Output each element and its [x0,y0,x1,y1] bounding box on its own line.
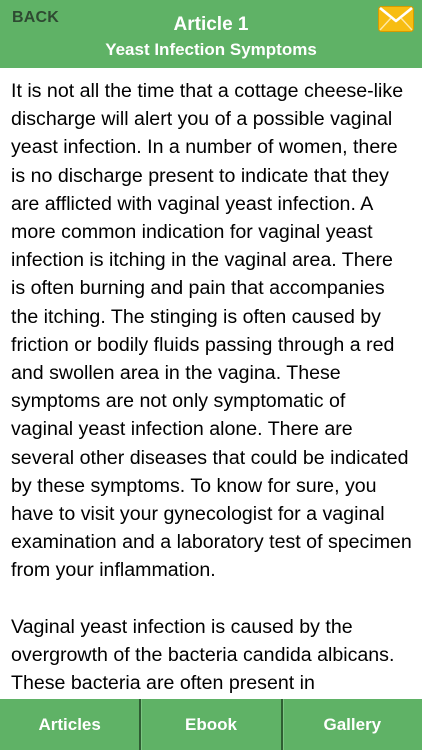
tab-ebook[interactable]: Ebook [141,699,283,750]
article-paragraph: Vaginal yeast infection is caused by the… [11,615,395,695]
tab-articles[interactable]: Articles [0,699,142,750]
header-bar: BACK Article 1 Yeast Infection Symptoms [0,0,422,68]
page-subtitle: Yeast Infection Symptoms [105,40,317,59]
article-content[interactable]: It is not all the time that a cottage ch… [0,68,422,699]
envelope-icon[interactable] [378,6,414,32]
app-screen: BACK Article 1 Yeast Infection Symptoms … [0,0,422,750]
article-paragraph: It is not all the time that a cottage ch… [11,80,412,582]
bottom-tab-bar: Articles Ebook Gallery [0,699,422,750]
tab-gallery[interactable]: Gallery [283,699,422,750]
page-title: Article 1 [173,14,249,35]
article-body: It is not all the time that a cottage ch… [0,68,422,697]
